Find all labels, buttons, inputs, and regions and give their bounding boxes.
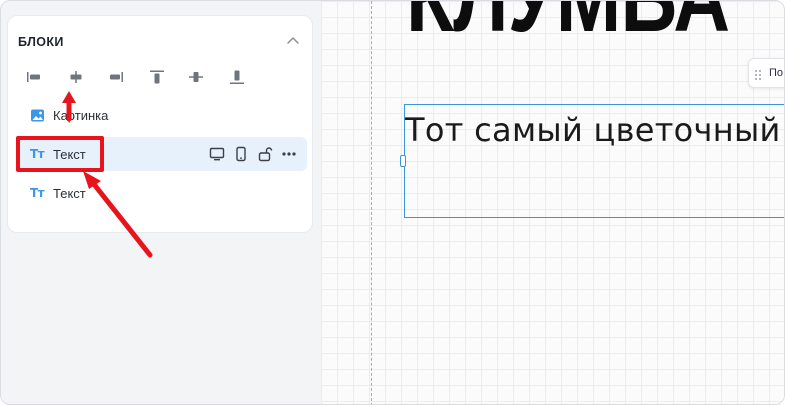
annotation-highlight-box <box>16 136 104 172</box>
editor-window: БЛОКИ Картинка Тт Текст Тт Текст По Тот … <box>0 0 785 405</box>
guide-line <box>371 1 372 404</box>
layer-label: Текст <box>53 186 86 201</box>
heading-text: КЛУМБА <box>406 1 730 45</box>
align-top-icon[interactable] <box>145 67 169 87</box>
layer-label: Картинка <box>53 108 109 123</box>
image-icon <box>30 108 45 123</box>
text-block-content[interactable]: Тот самый цветочный <box>405 111 781 149</box>
align-right-icon[interactable] <box>104 67 128 87</box>
align-left-icon[interactable] <box>22 67 46 87</box>
desktop-icon[interactable] <box>208 146 226 162</box>
more-icon[interactable] <box>280 146 298 162</box>
align-center-horizontal-icon[interactable] <box>64 67 88 87</box>
heading-block[interactable]: КЛУМБА <box>401 1 784 45</box>
sidebar: БЛОКИ Картинка Тт Текст Тт Текст <box>1 1 321 404</box>
blocks-panel: БЛОКИ Картинка Тт Текст Тт Текст <box>7 15 313 233</box>
layer-item-image[interactable]: Картинка <box>18 98 307 132</box>
text-type-icon: Тт <box>30 186 45 200</box>
chevron-up-icon[interactable] <box>284 32 302 50</box>
layer-item-text[interactable]: Тт Текст <box>18 176 307 210</box>
drag-handle-icon[interactable] <box>754 68 762 80</box>
unlock-icon[interactable] <box>256 146 274 162</box>
mobile-icon[interactable] <box>232 146 250 162</box>
text-block-selected[interactable]: Тот самый цветочный <box>404 104 784 218</box>
floating-toolbar[interactable]: По <box>748 58 784 88</box>
toolbar-label[interactable]: По <box>769 67 783 79</box>
align-bottom-icon[interactable] <box>225 67 249 87</box>
resize-handle[interactable] <box>400 155 406 167</box>
panel-title: БЛОКИ <box>18 35 64 49</box>
align-center-vertical-icon[interactable] <box>184 67 208 87</box>
